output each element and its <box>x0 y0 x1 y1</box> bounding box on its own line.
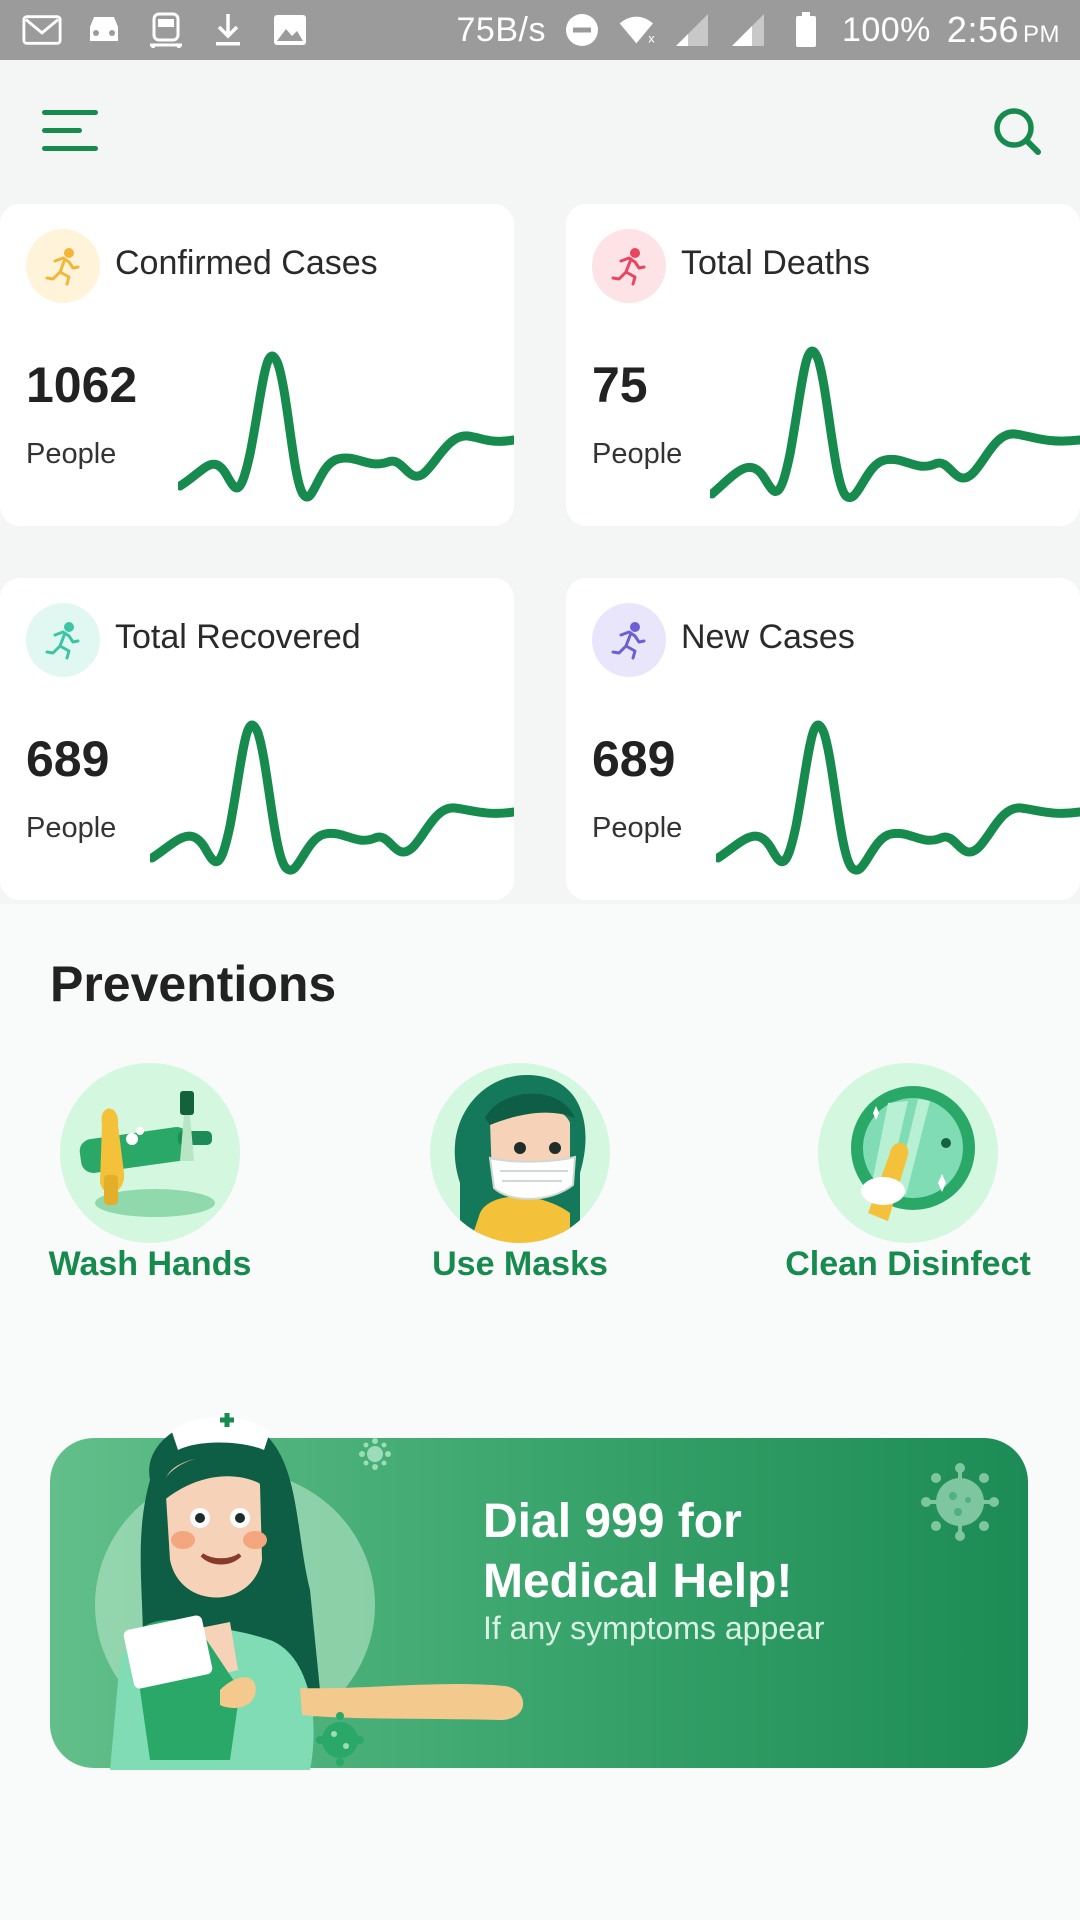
wash-hands-icon <box>79 1091 215 1217</box>
card-icon-bg <box>26 603 100 677</box>
battery-level: 100% <box>841 10 931 49</box>
banner-subtitle: If any symptoms appear <box>483 1610 825 1646</box>
signal-1-icon <box>674 12 714 48</box>
card-unit: People <box>26 812 117 844</box>
menu-button[interactable] <box>40 106 100 156</box>
signal-2-icon <box>730 12 770 48</box>
new-cases-card[interactable]: New Cases 689 People <box>566 578 1080 900</box>
menu-icon <box>42 110 98 151</box>
prevention-circle <box>818 1063 998 1243</box>
prevention-label: Clean Disinfect <box>785 1245 1031 1283</box>
total-deaths-card[interactable]: Total Deaths 75 People <box>566 204 1080 526</box>
disinfect-icon <box>851 1086 975 1221</box>
sparkline <box>150 720 514 875</box>
sparkline <box>716 720 1080 875</box>
wifi-icon: x <box>618 12 658 48</box>
card-value: 1062 <box>26 357 138 413</box>
card-unit: People <box>26 438 117 470</box>
prevention-use-masks[interactable]: Use Masks <box>370 1063 670 1293</box>
prevention-wash-hands[interactable]: Wash Hands <box>0 1063 300 1293</box>
mask-icon <box>454 1074 586 1243</box>
battery-icon <box>786 12 826 48</box>
card-icon-bg <box>592 229 666 303</box>
gmail-icon <box>22 12 62 48</box>
card-value: 75 <box>592 357 648 413</box>
do-not-disturb-icon <box>562 12 602 48</box>
network-speed: 75B/s <box>456 10 546 49</box>
banner-title-line2: Medical Help! <box>483 1555 793 1608</box>
image-icon <box>270 12 310 48</box>
prevention-label: Use Masks <box>432 1245 608 1283</box>
search-icon <box>994 108 1041 155</box>
car-icon <box>84 12 124 48</box>
status-bar: 75B/s x 100% 2:56 PM <box>0 0 1080 60</box>
sparkline <box>178 351 514 502</box>
prevention-clean-disinfect[interactable]: Clean Disinfect <box>758 1063 1058 1293</box>
banner-title-line1: Dial 999 for <box>483 1495 742 1548</box>
sparkline <box>710 346 1080 503</box>
total-recovered-card[interactable]: Total Recovered 689 People <box>0 578 514 900</box>
card-value: 689 <box>592 731 676 787</box>
card-icon-bg <box>592 603 666 677</box>
prevention-circle <box>60 1063 240 1243</box>
card-icon-bg <box>26 229 100 303</box>
banner-title: Dial 999 for Medical Help! <box>483 1492 1003 1612</box>
clock: 2:56 PM <box>946 9 1060 50</box>
card-value: 689 <box>26 731 110 787</box>
runner-icon <box>45 248 80 286</box>
card-title: Confirmed Cases <box>115 244 378 282</box>
runner-icon <box>611 248 646 286</box>
card-unit: People <box>592 438 683 470</box>
confirmed-cases-card[interactable]: Confirmed Cases 1062 People <box>0 204 514 526</box>
search-button[interactable] <box>990 104 1044 158</box>
prevention-circle <box>430 1063 610 1243</box>
card-title: Total Recovered <box>115 618 361 656</box>
card-unit: People <box>592 812 683 844</box>
download-icon <box>208 12 248 48</box>
train-icon <box>146 12 186 48</box>
svg-text:x: x <box>648 32 655 46</box>
app-bar <box>0 60 1080 204</box>
runner-icon <box>611 622 646 660</box>
card-title: New Cases <box>681 618 855 656</box>
card-title: Total Deaths <box>681 244 870 282</box>
preventions-title: Preventions <box>50 956 337 1012</box>
prevention-label: Wash Hands <box>48 1245 252 1283</box>
runner-icon <box>45 622 80 660</box>
